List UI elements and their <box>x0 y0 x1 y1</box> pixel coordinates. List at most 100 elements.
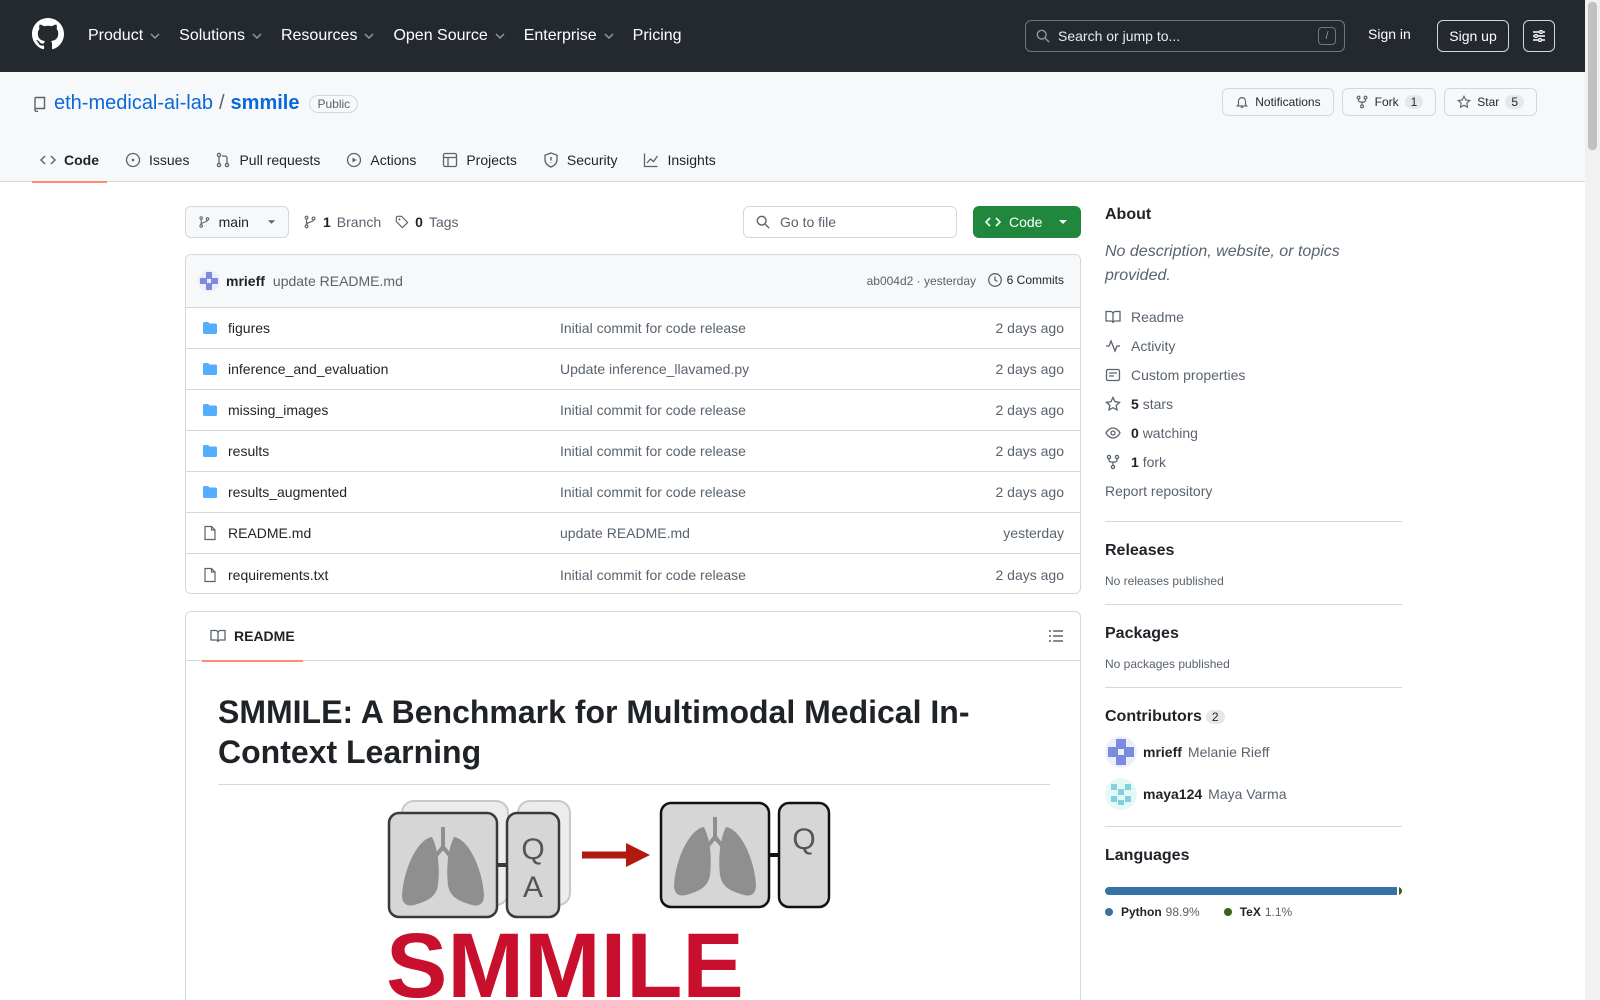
note-icon <box>1105 368 1121 381</box>
star-button[interactable]: Star 5 <box>1444 88 1537 116</box>
avatar[interactable] <box>1105 778 1137 810</box>
contributor-name: Melanie Rieff <box>1187 744 1270 760</box>
table-row[interactable]: missing_images Initial commit for code re… <box>186 390 1080 431</box>
branch-select[interactable]: main <box>185 206 289 238</box>
file-name-link[interactable]: inference_and_evaluation <box>228 361 560 377</box>
notifications-button[interactable]: Notifications <box>1222 88 1334 116</box>
fork-button[interactable]: Fork 1 <box>1341 88 1437 116</box>
scrollbar-thumb[interactable] <box>1588 2 1597 150</box>
menu-button[interactable] <box>1523 20 1555 52</box>
releases-heading[interactable]: Releases <box>1105 542 1402 560</box>
tab-actions[interactable]: Actions <box>338 138 424 182</box>
avatar[interactable] <box>1105 736 1137 768</box>
search-input[interactable]: Search or jump to... / <box>1025 20 1345 52</box>
packages-heading[interactable]: Packages <box>1105 625 1402 643</box>
about-description: No description, website, or topics provi… <box>1105 243 1340 284</box>
page-scrollbar[interactable] <box>1585 0 1600 1000</box>
tab-label: Issues <box>149 152 190 168</box>
file-commit-date: 2 days ago <box>995 484 1065 500</box>
outline-list-icon[interactable] <box>1048 628 1064 644</box>
file-commit-message[interactable]: Initial commit for code release <box>560 567 746 583</box>
sidebar-link-watching[interactable]: 0 watching <box>1105 418 1402 447</box>
sign-in-link[interactable]: Sign in <box>1368 26 1411 42</box>
sidebar-link-readme[interactable]: Readme <box>1105 302 1402 331</box>
file-commit-message[interactable]: update README.md <box>560 525 690 541</box>
file-commit-message[interactable]: Update inference_llavamed.py <box>560 361 749 377</box>
search-shortcut-key: / <box>1318 27 1336 45</box>
file-commit-message[interactable]: Initial commit for code release <box>560 320 746 336</box>
repo-name-link[interactable]: smmile <box>231 92 300 115</box>
sidebar-link-custom-properties[interactable]: Custom properties <box>1105 360 1402 389</box>
table-row[interactable]: figures Initial commit for code release 2 … <box>186 308 1080 349</box>
folder-icon <box>203 363 217 375</box>
contributor-item[interactable]: mrieff Melanie Rieff <box>1105 736 1402 768</box>
file-name-link[interactable]: figures <box>228 320 560 336</box>
commits-link[interactable]: 6 Commits <box>987 272 1064 288</box>
folder-icon <box>203 322 217 334</box>
tags-link[interactable]: 0 Tags <box>395 214 459 230</box>
avatar[interactable] <box>198 270 220 292</box>
nav-open-source[interactable]: Open Source <box>393 27 505 45</box>
nav-enterprise[interactable]: Enterprise <box>524 27 615 45</box>
tab-pull-requests[interactable]: Pull requests <box>207 138 328 182</box>
table-row[interactable]: results Initial commit for code release 2 … <box>186 431 1080 472</box>
file-commit-date: 2 days ago <box>995 443 1065 459</box>
sidebar-link-activity[interactable]: Activity <box>1105 331 1402 360</box>
table-row[interactable]: inference_and_evaluation Update inference… <box>186 349 1080 390</box>
file-name-link[interactable]: results <box>228 443 560 459</box>
table-icon <box>443 152 458 168</box>
contributors-heading[interactable]: Contributors 2 <box>1105 708 1402 726</box>
tab-security[interactable]: Security <box>535 138 626 182</box>
nav-product[interactable]: Product <box>88 27 161 45</box>
file-name-link[interactable]: missing_images <box>228 402 560 418</box>
tab-issues[interactable]: Issues <box>117 138 197 182</box>
chevron-down-icon <box>364 33 374 40</box>
nav-pricing[interactable]: Pricing <box>633 27 682 45</box>
contributor-item[interactable]: maya124 Maya Varma <box>1105 778 1402 810</box>
language-item[interactable]: TeX 1.1% <box>1223 905 1293 919</box>
language-percent: 1.1% <box>1264 905 1293 919</box>
report-repository-link[interactable]: Report repository <box>1105 476 1402 505</box>
sign-up-button[interactable]: Sign up <box>1437 20 1509 52</box>
tab-projects[interactable]: Projects <box>434 138 525 182</box>
search-icon <box>756 215 770 229</box>
file-name-link[interactable]: results_augmented <box>228 484 560 500</box>
file-commit-date: 2 days ago <box>995 361 1065 377</box>
tag-count: 0 <box>415 214 423 230</box>
figure-a-letter: A <box>523 871 543 904</box>
tab-code[interactable]: Code <box>32 138 107 183</box>
sidebar-link-stars[interactable]: 5 stars <box>1105 389 1402 418</box>
nav-label: Pricing <box>632 27 682 44</box>
nav-resources[interactable]: Resources <box>281 27 375 45</box>
readme-panel: README SMMILE: A Benchmark for Multimoda… <box>185 611 1081 1000</box>
file-commit-message[interactable]: Initial commit for code release <box>560 484 746 500</box>
nav-label: Solutions <box>179 27 245 44</box>
language-bar-segment <box>1105 887 1397 895</box>
table-row[interactable]: results_augmented Initial commit for code… <box>186 472 1080 513</box>
sidebar-link-count: 0 <box>1131 424 1139 441</box>
table-row[interactable]: README.md update README.md yesterday <box>186 513 1080 554</box>
fork-label: Fork <box>1374 95 1399 109</box>
sidebar-link-fork[interactable]: 1 fork <box>1105 447 1402 476</box>
file-name-link[interactable]: README.md <box>228 525 560 541</box>
commit-author[interactable]: mrieff <box>226 273 265 289</box>
nav-solutions[interactable]: Solutions <box>179 27 263 45</box>
sidebar: About No description, website, or topics… <box>1105 206 1402 919</box>
code-dropdown-button[interactable]: Code <box>973 206 1081 238</box>
readme-tab[interactable]: README <box>202 612 303 662</box>
file-commit-message[interactable]: Initial commit for code release <box>560 443 746 459</box>
github-logo-icon[interactable] <box>32 18 64 50</box>
repo-owner-link[interactable]: eth-medical-ai-lab <box>54 92 213 115</box>
file-name-link[interactable]: requirements.txt <box>228 567 560 583</box>
tab-insights[interactable]: Insights <box>635 138 723 182</box>
branches-link[interactable]: 1 Branch <box>303 214 381 230</box>
commit-message[interactable]: update README.md <box>273 273 403 289</box>
language-item[interactable]: Python 98.9% <box>1105 905 1200 919</box>
commit-meta[interactable]: ab004d2 · yesterday <box>867 274 976 288</box>
star-icon <box>1457 95 1472 109</box>
go-to-file-input[interactable]: Go to file <box>743 206 957 238</box>
table-row[interactable]: requirements.txt Initial commit for code … <box>186 554 1080 593</box>
file-commit-message[interactable]: Initial commit for code release <box>560 402 746 418</box>
language-name: Python <box>1121 905 1162 919</box>
search-placeholder: Search or jump to... <box>1058 28 1181 44</box>
